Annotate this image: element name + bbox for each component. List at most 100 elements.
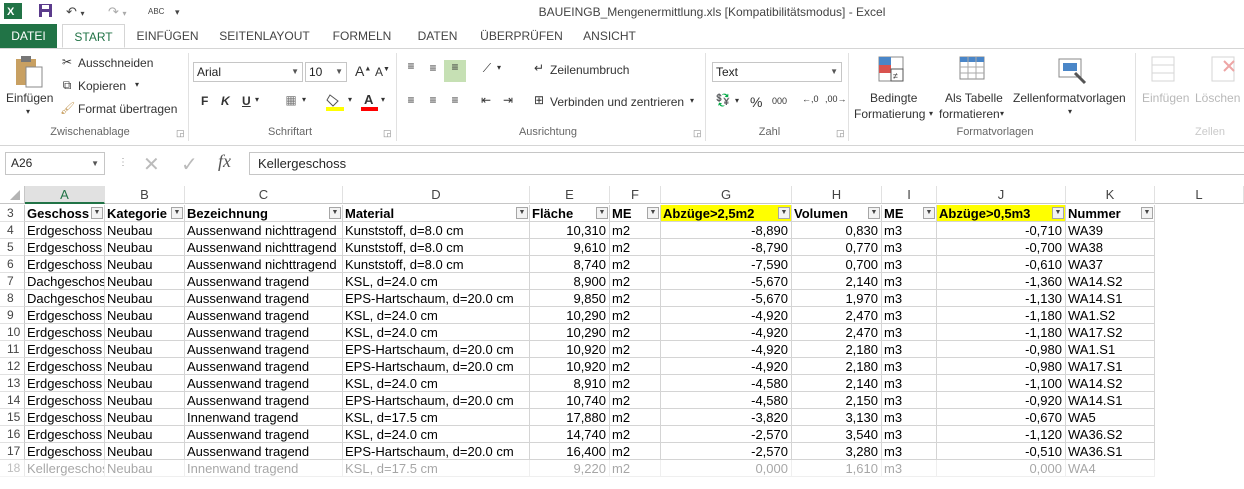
table-cell[interactable]: 0,770 xyxy=(792,239,882,256)
row-header[interactable]: 14 xyxy=(0,392,25,409)
table-cell[interactable]: Erdgeschoss xyxy=(25,426,105,443)
row-header[interactable]: 9 xyxy=(0,307,25,324)
table-cell[interactable]: Erdgeschoss xyxy=(25,324,105,341)
header-cell[interactable]: Bezeichnung ▼ xyxy=(185,205,343,222)
cell-styles-dropdown-icon[interactable]: ▾ xyxy=(1068,107,1072,116)
table-cell[interactable]: WA4 xyxy=(1066,460,1155,477)
column-header-e[interactable]: E xyxy=(530,186,610,204)
tab-ansicht[interactable]: ANSICHT xyxy=(573,24,646,48)
table-cell[interactable]: Neubau xyxy=(105,307,185,324)
column-header-c[interactable]: C xyxy=(185,186,343,204)
table-cell[interactable]: WA14.S2 xyxy=(1066,375,1155,392)
column-header-l[interactable]: L xyxy=(1155,186,1244,204)
table-cell[interactable]: Kunststoff, d=8.0 cm xyxy=(343,239,530,256)
column-header-f[interactable]: F xyxy=(610,186,661,204)
table-cell[interactable]: 1,970 xyxy=(792,290,882,307)
table-cell[interactable]: m2 xyxy=(610,307,661,324)
cancel-icon[interactable]: ✕ xyxy=(143,152,160,177)
table-cell[interactable]: Kunststoff, d=8.0 cm xyxy=(343,222,530,239)
filter-dropdown-icon[interactable]: ▼ xyxy=(647,207,659,219)
table-cell[interactable]: m2 xyxy=(610,273,661,290)
filter-dropdown-icon[interactable]: ▼ xyxy=(1141,207,1153,219)
table-cell[interactable]: 0,000 xyxy=(937,460,1066,477)
table-cell[interactable]: m3 xyxy=(882,443,937,460)
table-cell[interactable]: 9,220 xyxy=(530,460,610,477)
table-cell[interactable]: WA14.S1 xyxy=(1066,290,1155,307)
table-cell[interactable]: Dachgeschoss xyxy=(25,273,105,290)
table-cell[interactable]: m2 xyxy=(610,460,661,477)
table-cell[interactable]: m3 xyxy=(882,392,937,409)
row-header[interactable]: 7 xyxy=(0,273,25,290)
table-cell[interactable]: m2 xyxy=(610,375,661,392)
font-launcher-icon[interactable]: ◲ xyxy=(383,128,392,139)
format-as-table-label-2[interactable]: formatieren xyxy=(939,107,1000,121)
table-cell[interactable]: -5,670 xyxy=(661,290,792,307)
row-header[interactable]: 11 xyxy=(0,341,25,358)
table-cell[interactable]: Aussenwand tragend xyxy=(185,273,343,290)
thousands-button[interactable]: 000 xyxy=(772,96,787,106)
table-cell[interactable]: 2,150 xyxy=(792,392,882,409)
table-cell[interactable]: Erdgeschoss xyxy=(25,256,105,273)
header-cell[interactable]: Kategorie ▼ xyxy=(105,205,185,222)
table-cell[interactable]: m3 xyxy=(882,375,937,392)
shrink-font-button[interactable]: A▼ xyxy=(375,65,390,79)
table-cell[interactable]: Neubau xyxy=(105,239,185,256)
table-cell[interactable]: WA39 xyxy=(1066,222,1155,239)
table-cell[interactable]: WA37 xyxy=(1066,256,1155,273)
table-cell[interactable]: WA1.S1 xyxy=(1066,341,1155,358)
table-cell[interactable]: 8,910 xyxy=(530,375,610,392)
table-cell[interactable]: 0,000 xyxy=(661,460,792,477)
table-cell[interactable]: Neubau xyxy=(105,392,185,409)
table-cell[interactable]: m2 xyxy=(610,290,661,307)
tab-daten[interactable]: DATEN xyxy=(405,24,470,48)
fill-color-dropdown-icon[interactable]: ▾ xyxy=(348,95,352,104)
header-cell[interactable]: ME ▼ xyxy=(610,205,661,222)
table-cell[interactable]: Erdgeschoss xyxy=(25,443,105,460)
align-bottom-icon[interactable]: ≡ xyxy=(444,60,466,82)
row-header[interactable]: 5 xyxy=(0,239,25,256)
table-cell[interactable]: WA5 xyxy=(1066,409,1155,426)
wrap-text-button[interactable]: Zeilenumbruch xyxy=(550,63,629,77)
filter-dropdown-icon[interactable]: ▼ xyxy=(91,207,103,219)
table-cell[interactable]: 2,470 xyxy=(792,324,882,341)
table-cell[interactable]: -4,920 xyxy=(661,358,792,375)
table-cell[interactable]: 9,850 xyxy=(530,290,610,307)
row-header[interactable]: 17 xyxy=(0,443,25,460)
table-cell[interactable]: Aussenwand tragend xyxy=(185,341,343,358)
paste-icon[interactable] xyxy=(13,55,45,92)
table-cell[interactable]: -1,360 xyxy=(937,273,1066,290)
astable-dropdown-icon[interactable]: ▾ xyxy=(1000,109,1004,118)
table-cell[interactable]: m3 xyxy=(882,426,937,443)
table-cell[interactable]: KSL, d=24.0 cm xyxy=(343,307,530,324)
table-cell[interactable]: 0,830 xyxy=(792,222,882,239)
row-header[interactable]: 3 xyxy=(0,205,25,222)
table-cell[interactable]: -8,790 xyxy=(661,239,792,256)
table-cell[interactable]: Neubau xyxy=(105,443,185,460)
align-middle-icon[interactable]: ≡ xyxy=(424,61,442,75)
table-cell[interactable]: WA36.S1 xyxy=(1066,443,1155,460)
tab-ueberpruefen[interactable]: ÜBERPRÜFEN xyxy=(474,24,569,48)
row-header[interactable]: 10 xyxy=(0,324,25,341)
table-cell[interactable]: m3 xyxy=(882,290,937,307)
table-cell[interactable]: 2,180 xyxy=(792,341,882,358)
table-cell[interactable]: WA38 xyxy=(1066,239,1155,256)
header-cell[interactable]: ME ▼ xyxy=(882,205,937,222)
table-cell[interactable]: m2 xyxy=(610,341,661,358)
header-cell[interactable]: Volumen ▼ xyxy=(792,205,882,222)
table-cell[interactable]: -8,890 xyxy=(661,222,792,239)
filter-sort-icon[interactable]: ▼ xyxy=(778,207,790,219)
table-cell[interactable]: 3,280 xyxy=(792,443,882,460)
currency-icon[interactable]: 💱 xyxy=(714,93,732,107)
fill-color-icon[interactable] xyxy=(326,93,346,114)
table-cell[interactable]: Innenwand tragend xyxy=(185,460,343,477)
row-header[interactable]: 13 xyxy=(0,375,25,392)
table-cell[interactable]: -1,130 xyxy=(937,290,1066,307)
column-header-a[interactable]: A xyxy=(25,186,105,204)
table-cell[interactable]: 2,180 xyxy=(792,358,882,375)
font-color-dropdown-icon[interactable]: ▾ xyxy=(381,95,385,104)
table-cell[interactable]: m2 xyxy=(610,324,661,341)
table-cell[interactable]: Erdgeschoss xyxy=(25,341,105,358)
decrease-indent-icon[interactable]: ⇤ xyxy=(477,93,495,107)
borders-icon[interactable]: ▦ xyxy=(283,93,299,107)
table-cell[interactable]: KSL, d=24.0 cm xyxy=(343,426,530,443)
